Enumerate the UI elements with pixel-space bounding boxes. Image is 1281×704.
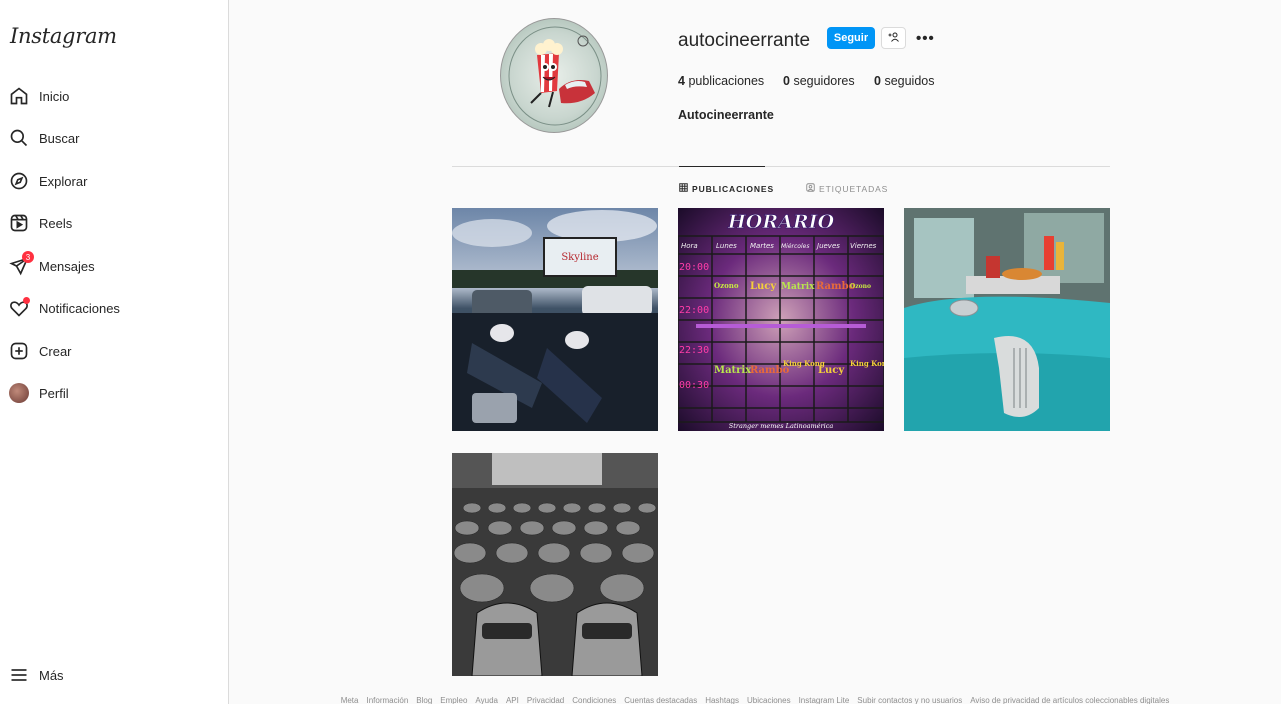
schedule-movie: Ozono (850, 283, 871, 290)
sidebar-item-inicio[interactable]: Inicio (8, 81, 218, 111)
tabs-divider (452, 166, 1110, 167)
schedule-time: 20:00 (679, 262, 709, 273)
footer-link[interactable]: Hashtags (705, 696, 739, 704)
footer-link[interactable]: Subir contactos y no usuarios (857, 696, 962, 704)
sidebar-item-label: Perfil (39, 385, 69, 401)
sidebar-item-buscar[interactable]: Buscar (8, 123, 218, 153)
post-thumbnail[interactable]: HORARIO Hora Lunes Martes Miércoles Juev… (678, 208, 884, 431)
hamburger-menu-icon (8, 664, 30, 686)
sidebar-item-explorar[interactable]: Explorar (8, 166, 218, 196)
footer-link[interactable]: Aviso de privacidad de artículos colecci… (970, 696, 1169, 704)
sidebar-item-label: Más (39, 667, 64, 683)
schedule-graphic: HORARIO Hora Lunes Martes Miércoles Juev… (678, 208, 884, 431)
footer-links: Meta Información Blog Empleo Ayuda API Privaci… (0, 696, 1281, 704)
plus-square-icon (8, 340, 30, 362)
sidebar-item-mas[interactable]: Más (8, 660, 218, 690)
messenger-icon: 3 (8, 251, 34, 277)
schedule-header: Jueves (815, 242, 840, 250)
following-count[interactable]: 0 seguidos (874, 74, 934, 88)
home-icon (8, 85, 30, 107)
suggest-similar-button[interactable] (881, 27, 906, 49)
footer-link[interactable]: Ayuda (475, 696, 498, 704)
schedule-credit: Stranger memes Latinoamérica (729, 422, 834, 430)
followers-count-label: seguidores (793, 74, 855, 88)
followers-count-value: 0 (783, 74, 790, 88)
compass-icon (8, 170, 30, 192)
schedule-movie: Ozono (714, 281, 739, 290)
following-count-value: 0 (874, 74, 881, 88)
footer-link[interactable]: Blog (416, 696, 432, 704)
footer-link[interactable]: Ubicaciones (747, 696, 791, 704)
post-thumbnail[interactable] (904, 208, 1110, 431)
sidebar-item-crear[interactable]: Crear (8, 336, 218, 366)
tab-publicaciones[interactable]: PUBLICACIONES (679, 183, 774, 194)
footer-link[interactable]: Información (366, 696, 408, 704)
notification-badge: 3 (22, 251, 34, 263)
posts-count-label: publicaciones (688, 74, 765, 88)
footer-link[interactable]: Empleo (440, 696, 467, 704)
posts-count-value: 4 (678, 74, 685, 88)
bw-drive-in-photo (452, 453, 658, 676)
tab-label: PUBLICACIONES (692, 183, 775, 194)
notification-dot (23, 297, 30, 304)
schedule-header: Hora (681, 242, 698, 250)
schedule-time: 22:00 (679, 305, 709, 316)
following-count-label: seguidos (884, 74, 935, 88)
more-options-icon[interactable]: ••• (916, 30, 935, 47)
schedule-header: Viernes (850, 242, 877, 250)
schedule-movie: King Kong (850, 359, 884, 368)
schedule-title: HORARIO (727, 211, 835, 233)
schedule-movie: Matrix (781, 282, 815, 292)
post-thumbnail[interactable]: Skyline (452, 208, 658, 431)
grid-icon (679, 183, 688, 194)
post-thumbnail[interactable] (452, 453, 658, 676)
schedule-movie: Matrix (714, 365, 752, 376)
profile-picture[interactable] (500, 18, 608, 133)
tagged-icon (806, 183, 815, 194)
add-person-icon (888, 31, 900, 46)
sidebar-item-label: Inicio (39, 88, 70, 104)
sidebar-item-label: Crear (39, 343, 72, 359)
follow-button[interactable]: Seguir (827, 27, 875, 49)
profile-username: autocineerrante (678, 30, 811, 51)
profile-full-name: Autocineerrante (678, 108, 774, 122)
schedule-time: 22:30 (679, 345, 709, 356)
instagram-logo[interactable]: Instagram (10, 24, 117, 48)
tab-etiquetadas[interactable]: ETIQUETADAS (806, 183, 888, 194)
posts-count: 4 publicaciones (678, 74, 764, 88)
schedule-movie: Lucy (750, 281, 777, 292)
footer-link[interactable]: API (506, 696, 519, 704)
tab-label: ETIQUETADAS (819, 183, 889, 194)
sidebar-item-perfil[interactable]: Perfil (8, 378, 218, 408)
schedule-header: Miércoles (781, 243, 809, 250)
sidebar-item-label: Buscar (39, 130, 80, 146)
drive-in-photo: Skyline (452, 208, 658, 431)
schedule-header: Martes (750, 242, 774, 250)
sidebar-item-label: Notificaciones (39, 300, 120, 316)
sidebar-item-label: Reels (39, 215, 73, 231)
classic-car-photo (904, 208, 1110, 431)
sidebar: Instagram Inicio Buscar Explorar Reels 3… (0, 0, 229, 704)
footer-link[interactable]: Cuentas destacadas (624, 696, 697, 704)
footer-link[interactable]: Instagram Lite (799, 696, 850, 704)
schedule-time: 00:30 (679, 380, 709, 391)
footer-link[interactable]: Condiciones (572, 696, 616, 704)
sidebar-item-notificaciones[interactable]: Notificaciones (8, 293, 218, 323)
reels-icon (8, 212, 30, 234)
sidebar-item-label: Mensajes (39, 258, 95, 274)
avatar (9, 383, 29, 403)
heart-icon (8, 297, 30, 319)
followers-count[interactable]: 0 seguidores (783, 74, 855, 88)
active-tab-indicator (679, 166, 765, 167)
footer-link[interactable]: Privacidad (527, 696, 564, 704)
sidebar-item-mensajes[interactable]: 3 Mensajes (8, 251, 218, 281)
sidebar-item-label: Explorar (39, 173, 88, 189)
search-icon (8, 127, 30, 149)
footer-link[interactable]: Meta (341, 696, 359, 704)
schedule-header: Lunes (716, 242, 737, 250)
schedule-movie: Lucy (818, 365, 845, 376)
svg-text:Skyline: Skyline (561, 252, 598, 263)
sidebar-item-reels[interactable]: Reels (8, 208, 218, 238)
